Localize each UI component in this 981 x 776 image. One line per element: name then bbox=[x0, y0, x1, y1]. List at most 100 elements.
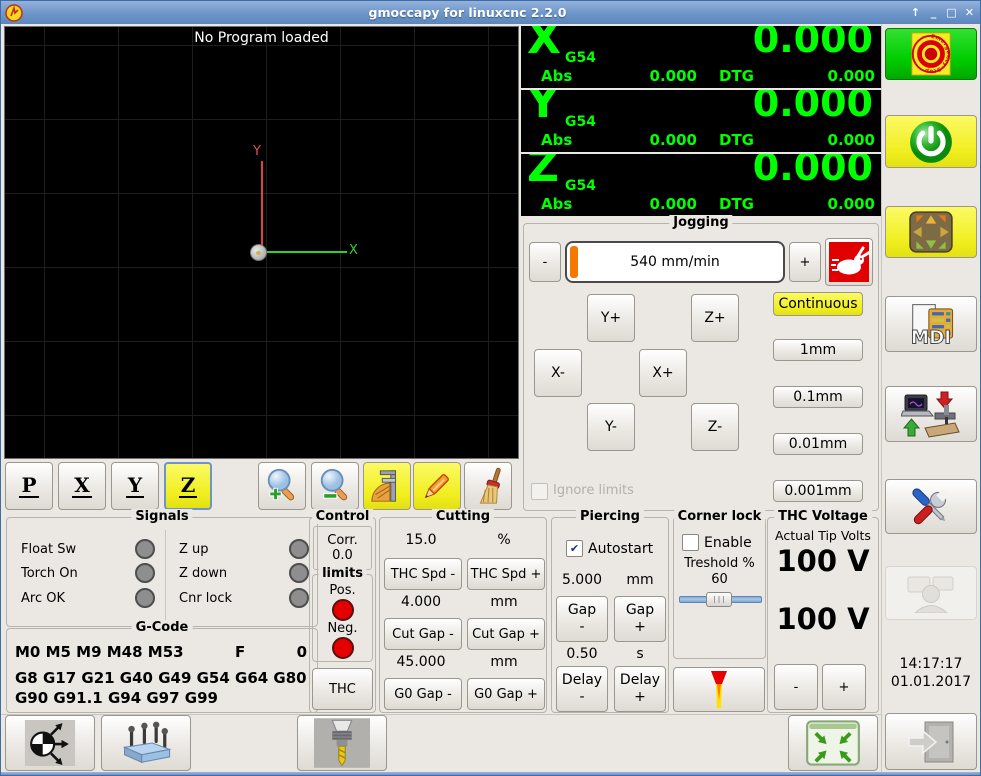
jog-z-minus-button[interactable]: Z- bbox=[691, 403, 739, 451]
estop-button[interactable]: Emergency-Stop bbox=[885, 28, 977, 80]
autostart-checkbox[interactable]: ✔ bbox=[566, 540, 583, 557]
user-icon bbox=[907, 576, 954, 613]
signal-torch-on-label: Torch On bbox=[21, 566, 78, 581]
settings-button[interactable] bbox=[885, 479, 977, 534]
pierce-gap-increase-button[interactable]: Gap + bbox=[614, 596, 666, 642]
abs-value: 0.000 bbox=[649, 195, 697, 213]
cut-gap-decrease-button[interactable]: Cut Gap - bbox=[384, 618, 462, 650]
jog-increment-0.01mm-button[interactable]: 0.01mm bbox=[773, 433, 863, 455]
abs-label: Abs bbox=[541, 131, 573, 149]
fullscreen-button[interactable] bbox=[788, 715, 878, 771]
fullscreen-icon bbox=[806, 720, 860, 766]
manual-mode-button[interactable] bbox=[885, 206, 977, 258]
close-button[interactable]: ✕ bbox=[962, 5, 977, 20]
mdi-icon: MDI bbox=[910, 304, 954, 346]
signal-z-down-led bbox=[289, 563, 309, 583]
threshold-value: 60 bbox=[711, 572, 728, 587]
cut-gap-value: 4.000 bbox=[400, 594, 442, 610]
gcode-preview-canvas[interactable]: No Program loaded Y X bbox=[4, 26, 519, 459]
axis-letter: Z bbox=[527, 154, 559, 192]
minimize-button[interactable]: _ bbox=[926, 5, 941, 20]
voltage-decrease-button[interactable]: - bbox=[774, 664, 818, 710]
axis-letter: Y bbox=[527, 90, 559, 128]
rapid-jog-button[interactable] bbox=[825, 238, 873, 286]
g0-gap-decrease-button[interactable]: G0 Gap - bbox=[384, 678, 462, 710]
auto-mode-button[interactable] bbox=[885, 386, 977, 442]
jog-y-plus-button[interactable]: Y+ bbox=[587, 294, 635, 342]
thc-speed-increase-button[interactable]: THC Spd + bbox=[467, 558, 545, 590]
signal-z-up-led bbox=[289, 539, 309, 559]
dro-axis-z[interactable]: Z G54 0.000 Abs 0.000 DTG 0.000 bbox=[521, 154, 881, 216]
g0-gap-increase-button[interactable]: G0 Gap + bbox=[467, 678, 545, 710]
exit-button[interactable] bbox=[885, 713, 977, 770]
target-voltage-value: 100 V bbox=[776, 602, 870, 636]
cutting-frame: Cutting 15.0 % THC Spd - THC Spd + 4.000… bbox=[379, 509, 547, 713]
signal-float-sw-label: Float Sw bbox=[21, 542, 77, 557]
machine-on-button[interactable] bbox=[885, 115, 977, 168]
mdi-mode-button[interactable]: MDI bbox=[885, 296, 977, 352]
x-axis-line bbox=[267, 251, 347, 253]
zoom-out-icon bbox=[320, 468, 348, 501]
voltage-increase-button[interactable]: + bbox=[822, 664, 866, 710]
pierce-delay-decrease-button[interactable]: Delay - bbox=[556, 666, 608, 712]
actual-tip-volts-label: Actual Tip Volts bbox=[775, 528, 871, 543]
maximize-button[interactable]: □ bbox=[944, 5, 959, 20]
zoom-out-button[interactable] bbox=[311, 462, 359, 510]
corner-lock-enable-label: Enable bbox=[704, 535, 752, 551]
dro-axis-x[interactable]: X G54 0.000 Abs 0.000 DTG 0.000 bbox=[521, 26, 881, 88]
broom-icon bbox=[479, 467, 501, 504]
jog-increment-1mm-button[interactable]: 1mm bbox=[773, 339, 863, 361]
pierce-delay-increase-button[interactable]: Delay + bbox=[614, 666, 666, 712]
jog-z-plus-button[interactable]: Z+ bbox=[691, 294, 739, 342]
dro-axis-y[interactable]: Y G54 0.000 Abs 0.000 DTG 0.000 bbox=[521, 90, 881, 152]
cut-gap-increase-button[interactable]: Cut Gap + bbox=[467, 618, 545, 650]
view-along-x-button[interactable]: X bbox=[58, 462, 106, 510]
zoom-in-button[interactable] bbox=[258, 462, 306, 510]
jog-increment-0.1mm-button[interactable]: 0.1mm bbox=[773, 386, 863, 408]
jog-speed-increase-button[interactable]: + bbox=[789, 242, 821, 282]
piercing-title: Piercing bbox=[576, 509, 644, 524]
dtg-value: 0.000 bbox=[827, 131, 875, 149]
thc-speed-decrease-button[interactable]: THC Spd - bbox=[384, 558, 462, 590]
view-along-y-button[interactable]: Y bbox=[111, 462, 159, 510]
view-along-z-button[interactable]: Z bbox=[164, 462, 212, 510]
jog-increment-0.001mm-button[interactable]: 0.001mm bbox=[773, 480, 863, 502]
machine-origin-marker bbox=[250, 244, 267, 261]
jog-speed-slider[interactable]: 540 mm/min bbox=[565, 241, 785, 283]
shade-button[interactable]: ↑ bbox=[908, 5, 923, 20]
ignore-limits-checkbox[interactable]: ✔ bbox=[531, 483, 548, 500]
view-perspective-button[interactable]: P bbox=[5, 462, 53, 510]
control-frame: Control Corr. 0.0 limits Pos. Neg. THC bbox=[309, 509, 376, 713]
threshold-slider-handle[interactable] bbox=[706, 592, 732, 607]
signal-arc-ok-label: Arc OK bbox=[21, 591, 65, 606]
dtg-value: 0.000 bbox=[827, 195, 875, 213]
thc-voltage-title: THC Voltage bbox=[774, 509, 872, 524]
touch-plate-button[interactable] bbox=[101, 715, 191, 771]
thc-button[interactable]: THC bbox=[312, 668, 373, 710]
gmoccapy-window: gmoccapy for linuxcnc 2.2.0 ↑ _ □ ✕ No P… bbox=[0, 0, 981, 776]
autostart-label: Autostart bbox=[588, 541, 654, 557]
pierce-gap-decrease-button[interactable]: Gap - bbox=[556, 596, 608, 642]
coord-system: G54 bbox=[565, 114, 596, 130]
title-bar[interactable]: gmoccapy for linuxcnc 2.2.0 ↑ _ □ ✕ bbox=[1, 1, 980, 24]
user-settings-button[interactable] bbox=[885, 566, 977, 620]
thc-voltage-frame: THC Voltage Actual Tip Volts 100 V 100 V… bbox=[767, 509, 879, 713]
axis-value: 0.000 bbox=[752, 26, 873, 61]
edit-gcode-button[interactable] bbox=[413, 462, 461, 510]
torch-button[interactable] bbox=[673, 667, 765, 712]
jog-y-minus-button[interactable]: Y- bbox=[587, 403, 635, 451]
jog-x-minus-button[interactable]: X- bbox=[534, 349, 582, 397]
dimensions-button[interactable] bbox=[363, 462, 411, 510]
pierce-gap-unit: mm bbox=[626, 572, 654, 588]
check-icon: ✔ bbox=[569, 542, 580, 555]
touch-off-button[interactable] bbox=[5, 715, 95, 771]
clear-plot-button[interactable] bbox=[464, 462, 512, 510]
corner-lock-enable-checkbox[interactable]: ✔ bbox=[682, 534, 699, 551]
tool-settings-button[interactable] bbox=[297, 715, 387, 771]
jog-x-plus-button[interactable]: X+ bbox=[639, 349, 687, 397]
jog-speed-decrease-button[interactable]: - bbox=[529, 242, 561, 282]
touch-plate-icon bbox=[122, 721, 172, 764]
ignore-limits-label: Ignore limits bbox=[553, 483, 634, 498]
tool-holder-icon bbox=[314, 718, 370, 768]
jog-increment-continuous-button[interactable]: Continuous bbox=[773, 292, 863, 316]
